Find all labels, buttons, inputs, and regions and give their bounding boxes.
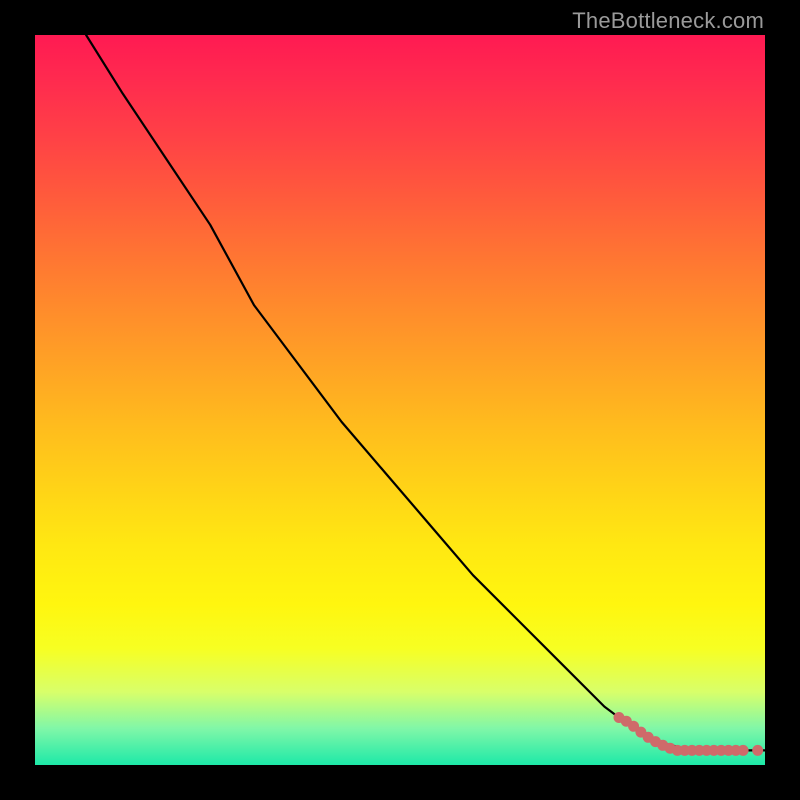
- marker-point: [738, 745, 749, 756]
- bottleneck-curve: [86, 35, 765, 750]
- marker-point: [752, 745, 763, 756]
- chart-svg: [35, 35, 765, 765]
- marker-points: [614, 712, 764, 756]
- chart-stage: TheBottleneck.com: [0, 0, 800, 800]
- plot-area: [35, 35, 765, 765]
- watermark-text: TheBottleneck.com: [572, 8, 764, 34]
